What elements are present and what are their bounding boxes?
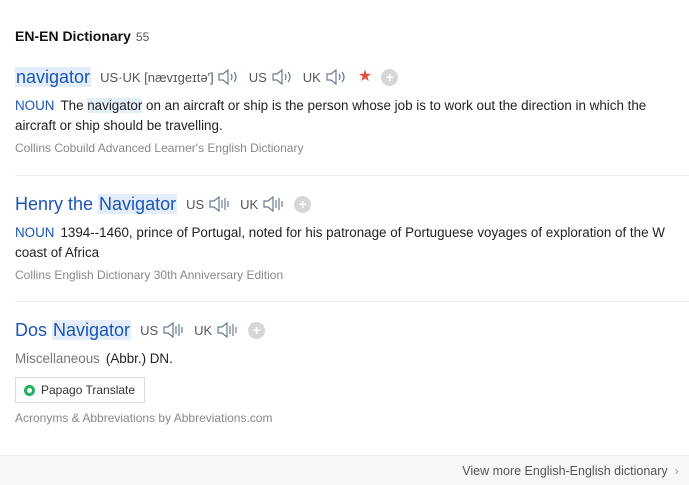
- entry-definition: NOUN 1394--1460, prince of Portugal, note…: [15, 223, 689, 263]
- pronunciation: US·UK [nævɪgeɪtə']: [100, 69, 214, 85]
- entry-word[interactable]: navigator: [15, 66, 92, 88]
- add-to-wordbook-icon[interactable]: +: [294, 195, 312, 213]
- part-of-speech: NOUN: [15, 98, 55, 113]
- us-speaker-button[interactable]: US: [186, 194, 231, 214]
- papago-label: Papago Translate: [41, 383, 136, 397]
- us-speaker-button[interactable]: US: [140, 320, 185, 340]
- uk-label: UK: [194, 322, 213, 338]
- speaker-icon: [209, 195, 229, 213]
- entry-definition: NOUN The navigator on an aircraft or ship…: [15, 96, 689, 136]
- dictionary-source[interactable]: Collins English Dictionary 30th Annivers…: [15, 268, 689, 282]
- chevron-right-icon: ›: [674, 463, 679, 478]
- speaker-icon: [263, 195, 283, 213]
- entry-word[interactable]: Henry the Navigator: [15, 193, 178, 215]
- view-more-link[interactable]: View more English-English dictionary ›: [462, 463, 679, 478]
- papago-translate-button[interactable]: Papago Translate: [15, 377, 146, 403]
- us-label: US: [186, 196, 205, 212]
- entry-definition: Miscellaneous (Abbr.) DN.: [15, 349, 689, 369]
- definition-text: The: [60, 98, 88, 113]
- entry-henry-the-navigator: Henry the Navigator US UK + NOUN 1394--14…: [15, 191, 689, 282]
- favorite-star-icon[interactable]: ★: [358, 69, 372, 85]
- view-more-label: View more English-English dictionary: [462, 463, 668, 478]
- speaker-icon: [272, 68, 291, 86]
- entry-word-highlight[interactable]: Navigator: [98, 193, 178, 214]
- entry-navigator: navigator US·UK [nævɪgeɪtə'] US UK ★ + N…: [15, 64, 689, 155]
- entry-dos-navigator: Dos Navigator US UK + Miscellaneous (Abbr…: [15, 317, 689, 425]
- entry-word-text[interactable]: navigator: [15, 66, 92, 87]
- part-of-speech: Miscellaneous: [15, 351, 100, 366]
- us-label: US: [140, 322, 159, 338]
- us-speaker-button[interactable]: US: [249, 67, 294, 87]
- us-uk-speaker-button[interactable]: [216, 67, 240, 87]
- uk-speaker-button[interactable]: UK: [194, 320, 239, 340]
- dictionary-title: EN-EN Dictionary: [15, 28, 131, 44]
- uk-label: UK: [302, 69, 321, 85]
- definition-text: (Abbr.) DN.: [105, 351, 173, 366]
- divider: [15, 301, 689, 302]
- dictionary-header: EN-EN Dictionary 55: [15, 28, 149, 44]
- definition-text: 1394--1460, prince of Portugal, noted fo…: [15, 225, 665, 260]
- entry-word-highlight[interactable]: Navigator: [52, 319, 132, 340]
- us-label: US: [248, 69, 267, 85]
- entry-word-text[interactable]: Henry the: [15, 194, 98, 214]
- dictionary-source[interactable]: Collins Cobuild Advanced Learner's Engli…: [15, 141, 689, 155]
- entry-word-text[interactable]: Dos: [15, 320, 52, 340]
- result-count: 55: [135, 30, 150, 44]
- speaker-icon: [163, 321, 183, 339]
- add-to-wordbook-icon[interactable]: +: [381, 68, 399, 86]
- papago-icon: [24, 384, 35, 396]
- entry-word[interactable]: Dos Navigator: [15, 319, 132, 341]
- definition-highlight: navigator: [87, 98, 143, 113]
- speaker-icon: [217, 321, 237, 339]
- speaker-icon: [218, 68, 237, 86]
- speaker-icon: [326, 68, 345, 86]
- uk-label: UK: [240, 196, 259, 212]
- add-to-wordbook-icon[interactable]: +: [248, 321, 266, 339]
- uk-speaker-button[interactable]: UK: [240, 194, 285, 214]
- dictionary-source[interactable]: Acronyms & Abbreviations by Abbreviation…: [15, 411, 689, 425]
- part-of-speech: NOUN: [15, 225, 55, 240]
- uk-speaker-button[interactable]: UK: [303, 67, 348, 87]
- divider: [15, 175, 689, 176]
- footer: View more English-English dictionary ›: [0, 455, 689, 485]
